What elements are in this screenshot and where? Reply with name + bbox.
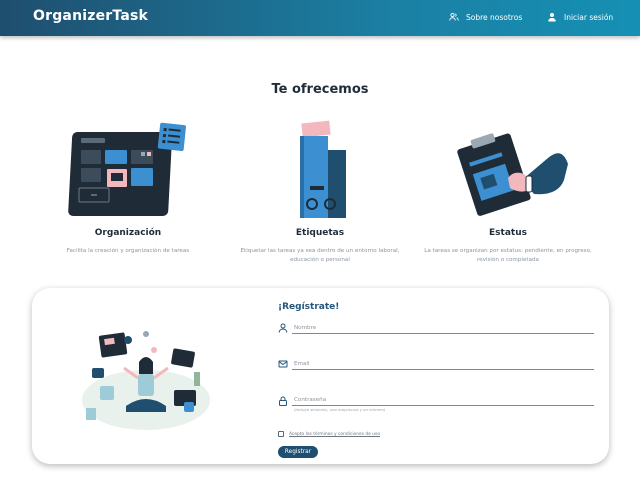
- dashboard-illustration: [33, 120, 223, 220]
- feature-description: Facilita la creación y organización de t…: [66, 248, 190, 254]
- register-form: ¡Regístrate! Nombre Email Contraseña (In…: [278, 302, 596, 458]
- nav-login-link[interactable]: Iniciar sesión: [547, 12, 613, 22]
- terms-row: Acepto los términos y condiciones de uso: [278, 428, 596, 440]
- feature-description: La tareas se organizan por estatus: pend…: [424, 248, 592, 263]
- feature-etiquetas: Etiquetas Etiquetar las tareas ya sea de…: [225, 120, 415, 265]
- form-title: ¡Regístrate!: [278, 302, 340, 312]
- navbar: OrganizerTask Sobre nosotros Iniciar ses…: [0, 0, 640, 36]
- terms-checkbox[interactable]: [278, 431, 284, 437]
- user-icon: [278, 323, 288, 333]
- clipboard-illustration: [413, 120, 603, 220]
- password-field[interactable]: Contraseña (Incluye símbolos, una mayúsc…: [278, 392, 596, 422]
- register-button[interactable]: Registrar: [278, 446, 318, 458]
- mail-icon: [278, 360, 288, 368]
- user-icon: [548, 13, 556, 22]
- nav-about-link[interactable]: Sobre nosotros: [449, 12, 522, 22]
- feature-organizacion: Organización Facilita la creación y orga…: [33, 120, 223, 256]
- password-hint: (Incluye símbolos, una mayúscula y un nú…: [294, 407, 386, 412]
- users-icon: [449, 12, 459, 21]
- name-field[interactable]: Nombre: [278, 320, 596, 348]
- offer-title: Te ofrecemos: [271, 82, 369, 97]
- password-placeholder: Contraseña: [294, 397, 327, 403]
- nav-about-label: Sobre nosotros: [466, 12, 523, 22]
- feature-title: Estatus: [489, 228, 527, 238]
- password-underline: [292, 405, 594, 406]
- multitasking-illustration: [80, 328, 216, 432]
- register-card: ¡Regístrate! Nombre Email Contraseña (In…: [32, 288, 609, 464]
- email-placeholder: Email: [294, 361, 310, 367]
- name-underline: [292, 333, 594, 334]
- lock-icon: [279, 396, 287, 406]
- brand-logo[interactable]: OrganizerTask: [33, 8, 148, 24]
- email-underline: [292, 369, 594, 370]
- name-placeholder: Nombre: [294, 325, 317, 331]
- email-field[interactable]: Email: [278, 356, 596, 384]
- feature-title: Organización: [94, 228, 162, 238]
- nav-login-label: Iniciar sesión: [564, 12, 614, 22]
- binders-illustration: [225, 120, 415, 220]
- feature-title: Etiquetas: [295, 228, 345, 238]
- feature-description: Etiquetar las tareas ya sea dentro de un…: [240, 248, 400, 263]
- feature-estatus: Estatus La tareas se organizan por estat…: [413, 120, 603, 265]
- terms-link[interactable]: Acepto los términos y condiciones de uso: [289, 432, 380, 437]
